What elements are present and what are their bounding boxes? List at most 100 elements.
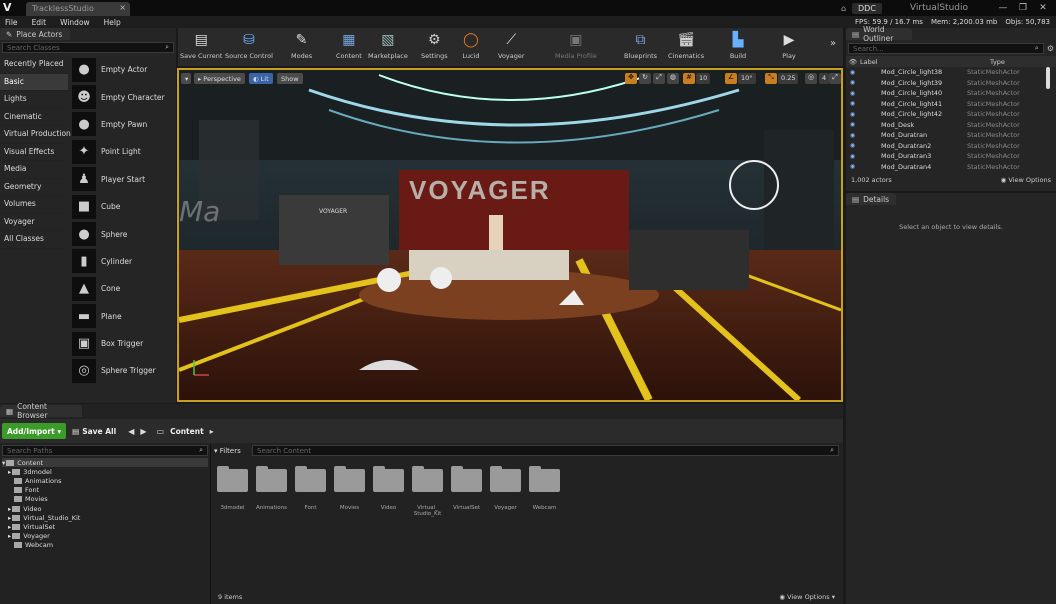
folder-tile[interactable]: 3dmodel: [217, 466, 248, 517]
more-chevron-icon[interactable]: »: [830, 38, 836, 49]
label-column-header[interactable]: Label: [860, 58, 990, 66]
source-control-button[interactable]: ⛁ Source Control: [225, 30, 273, 60]
table-row[interactable]: ◉ Mod_Circle_light39 StaticMeshActor: [846, 78, 1056, 89]
actor-item[interactable]: ● Sphere: [70, 220, 174, 247]
grid-snap-icon[interactable]: #: [683, 73, 695, 84]
media-profile-button[interactable]: ▣ Media Profile: [555, 30, 597, 60]
place-actors-tab[interactable]: ✎ Place Actors: [0, 28, 70, 40]
marketplace-button[interactable]: ▧ Marketplace: [368, 30, 408, 60]
category-cinematic[interactable]: Cinematic: [0, 109, 68, 126]
menu-help[interactable]: Help: [104, 18, 121, 27]
category-recently-placed[interactable]: Recently Placed: [0, 56, 68, 74]
folder-tile[interactable]: VirtualSet: [451, 466, 482, 517]
actor-item[interactable]: ♟ Player Start: [70, 166, 174, 193]
eye-icon[interactable]: ◉: [846, 90, 859, 97]
table-row[interactable]: ◉ Mod_Duratran2 StaticMeshActor: [846, 141, 1056, 152]
folder-tile[interactable]: Webcam: [529, 466, 560, 517]
close-window-button[interactable]: ✕: [1036, 3, 1050, 13]
eye-icon[interactable]: ◉: [846, 163, 859, 170]
eye-icon[interactable]: ◉: [846, 79, 859, 86]
eye-icon[interactable]: ◉: [846, 121, 859, 128]
actor-item[interactable]: ✦ Point Light: [70, 138, 174, 165]
scale-icon[interactable]: ⤢: [653, 73, 665, 84]
world-icon[interactable]: ◍: [667, 73, 679, 84]
play-button[interactable]: ▶ Play: [779, 30, 799, 60]
add-import-button[interactable]: Add/Import ▾: [2, 423, 67, 439]
tree-item[interactable]: ▸ Virtual_Studio_Kit: [2, 513, 208, 522]
category-volumes[interactable]: Volumes: [0, 196, 68, 214]
content-button[interactable]: ▦ Content: [336, 30, 362, 60]
menu-file[interactable]: File: [5, 18, 18, 27]
eye-icon[interactable]: ◉: [846, 132, 859, 139]
category-basic[interactable]: Basic: [0, 73, 68, 91]
menu-window[interactable]: Window: [60, 18, 90, 27]
search-classes-input[interactable]: Search Classes ⌕: [2, 42, 174, 53]
eye-icon[interactable]: ◉: [846, 153, 859, 160]
table-row[interactable]: ◉ Mod_Circle_light41 StaticMeshActor: [846, 99, 1056, 110]
table-row[interactable]: ◉ Mod_Duratran StaticMeshActor: [846, 130, 1056, 141]
folder-tile[interactable]: Voyager: [490, 466, 521, 517]
lucid-button[interactable]: ◯ Lucid: [461, 30, 481, 60]
angle-snap-value[interactable]: 10°: [738, 73, 756, 84]
table-row[interactable]: ◉ Mod_Circle_light40 StaticMeshActor: [846, 88, 1056, 99]
category-voyager[interactable]: Voyager: [0, 214, 68, 231]
save-all-button[interactable]: ▤ Save All: [72, 427, 116, 436]
category-virtual-production[interactable]: Virtual Production: [0, 126, 71, 144]
translate-icon[interactable]: ✥: [625, 73, 637, 84]
close-icon[interactable]: ×: [119, 3, 126, 12]
chevron-right-icon[interactable]: ▸: [210, 427, 214, 436]
camera-speed-value[interactable]: 4: [819, 73, 830, 84]
minimize-button[interactable]: —: [996, 3, 1010, 13]
eye-icon[interactable]: ◉: [846, 100, 859, 107]
back-arrow-icon[interactable]: ◀: [128, 427, 134, 436]
tree-root-content[interactable]: ▾ Content: [2, 458, 208, 468]
category-media[interactable]: Media: [0, 161, 68, 179]
maximize-viewport-icon[interactable]: ⤢: [829, 73, 841, 84]
eye-icon[interactable]: ◉: [846, 69, 859, 76]
folder-tile[interactable]: Movies: [334, 466, 365, 517]
content-browser-tab[interactable]: ▦ Content Browser: [0, 402, 82, 420]
camera-speed-icon[interactable]: ◎: [805, 73, 817, 84]
view-options-button[interactable]: ◉ View Options ▾: [779, 593, 835, 601]
tree-item[interactable]: ▸ VirtualSet: [2, 522, 208, 531]
details-tab[interactable]: ▤ Details: [846, 193, 896, 205]
settings-icon[interactable]: ⚙: [1047, 44, 1054, 53]
type-column-header[interactable]: Type: [990, 58, 1005, 66]
actor-item[interactable]: ◎ Sphere Trigger: [70, 357, 174, 384]
table-row[interactable]: ◉ Mod_Circle_light38 StaticMeshActor: [846, 67, 1056, 78]
search-content-input[interactable]: Search Content ⌕: [252, 445, 839, 456]
level-tab[interactable]: TracklessStudio ×: [26, 2, 130, 16]
eye-icon[interactable]: ◉: [846, 142, 859, 149]
actor-item[interactable]: ▣ Box Trigger: [70, 330, 174, 357]
actor-item[interactable]: ☻ Empty Character: [70, 83, 174, 110]
table-row[interactable]: ◉ Mod_Circle_light42 StaticMeshActor: [846, 109, 1056, 120]
outliner-search-input[interactable]: Search... ⌕: [848, 43, 1044, 54]
table-row[interactable]: ◉ Mod_Desk StaticMeshActor: [846, 120, 1056, 131]
actor-item[interactable]: ▮ Cylinder: [70, 248, 174, 275]
category-geometry[interactable]: Geometry: [0, 179, 68, 196]
eye-icon[interactable]: ◉: [846, 111, 859, 118]
save-current-button[interactable]: ▤ Save Current: [180, 30, 222, 60]
tree-item[interactable]: ▸ Video: [2, 504, 208, 513]
tree-item[interactable]: Webcam: [2, 541, 208, 550]
blueprints-button[interactable]: ⧉ Blueprints: [624, 30, 657, 60]
angle-snap-icon[interactable]: ∠: [725, 73, 737, 84]
cinematics-button[interactable]: 🎬︎ Cinematics: [668, 30, 704, 60]
actor-item[interactable]: ▲ Cone: [70, 275, 174, 302]
lit-button[interactable]: ◐ Lit: [249, 73, 273, 84]
category-all-classes[interactable]: All Classes: [0, 231, 68, 249]
folder-tile[interactable]: Font: [295, 466, 326, 517]
actor-item[interactable]: ● Empty Pawn: [70, 111, 174, 138]
maximize-button[interactable]: ❐: [1016, 3, 1030, 13]
scale-snap-icon[interactable]: ⤡: [765, 73, 777, 84]
category-visual-effects[interactable]: Visual Effects: [0, 144, 68, 161]
tree-item[interactable]: Animations: [2, 476, 208, 485]
table-row[interactable]: ◉ Mod_Duratran4 StaticMeshActor: [846, 162, 1056, 173]
perspective-button[interactable]: ▸ Perspective: [194, 73, 245, 84]
scale-snap-value[interactable]: 0.25: [778, 73, 799, 84]
voyager-button[interactable]: ⟋ Voyager: [498, 30, 525, 60]
category-lights[interactable]: Lights: [0, 91, 68, 109]
actor-item[interactable]: ▬ Plane: [70, 303, 174, 330]
ddc-badge[interactable]: DDC: [852, 2, 882, 14]
modes-button[interactable]: ✎ Modes: [291, 30, 312, 60]
